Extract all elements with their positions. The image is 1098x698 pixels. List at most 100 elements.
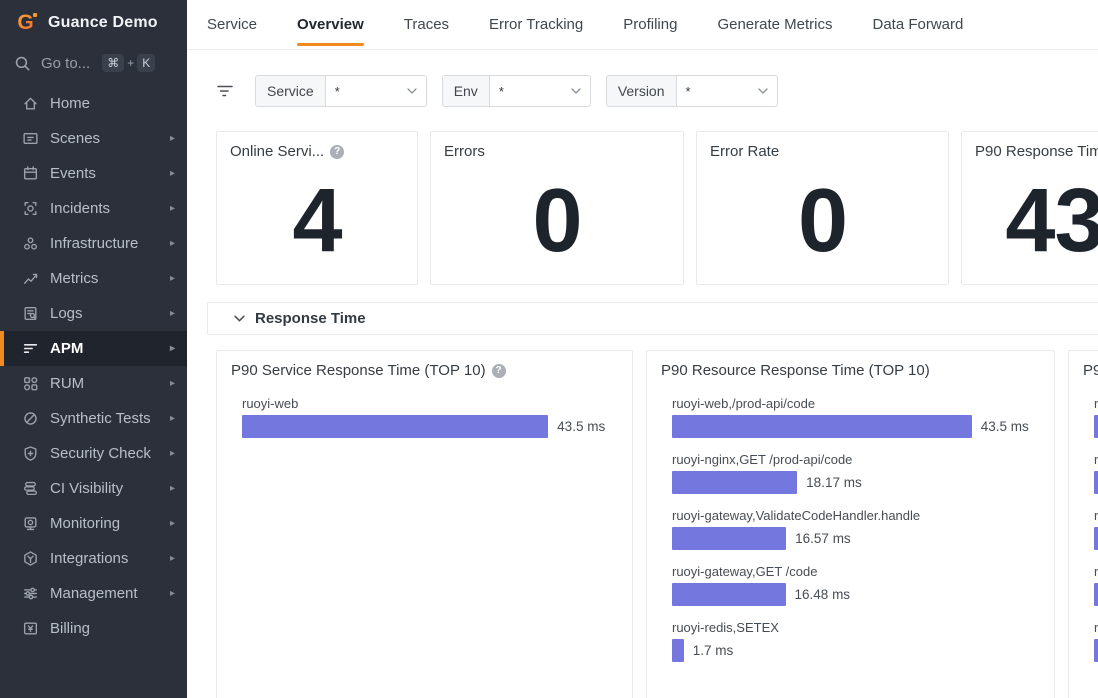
stat-card-title: Error Rate [710,143,779,160]
bar-value-label: 43.5 ms [981,419,1029,434]
bar[interactable] [672,639,684,662]
sidebar-item-apm[interactable]: APM▸ [0,331,187,366]
sidebar-item-label: Integrations [50,550,128,567]
bar-label: ruoyi-web,/prod-api/code [672,396,1042,411]
filter-select-service[interactable]: * [326,76,426,106]
chart-card-1: P90 Service Response Time (TOP 10)? ruoyi… [216,350,633,698]
bar[interactable] [1094,415,1098,438]
bar[interactable] [242,415,548,438]
chart-card-2: P90 Resource Response Time (TOP 10)ruoyi… [646,350,1055,698]
chevron-right-icon: ▸ [170,588,175,599]
help-icon[interactable]: ? [492,364,506,378]
security-icon [22,445,39,462]
bar-row: ruoyi-web,/prod-api/code 43.5 ms [672,396,1042,438]
sidebar: G Guance Demo Go to... ⌘ + K HomeScenes▸… [0,0,187,698]
stat-card-title: P90 Response Time [975,143,1098,160]
sidebar-item-integrations[interactable]: Integrations▸ [0,541,187,576]
main-area: Service Overview Traces Error Tracking Profi… [187,0,1098,698]
tab-overview[interactable]: Overview [297,0,364,49]
chevron-down-icon [234,315,245,322]
bar[interactable] [1094,471,1098,494]
bar-value-label: 43.5 ms [557,419,605,434]
stat-card-online-servi: Online Servi...?4 [216,131,418,285]
bar-row: ruoyi-web 43.5 ms [242,396,620,438]
bar-label: ruoyi-redis,SETEX [672,620,1042,635]
filter-env: Env* [442,75,591,107]
stat-card-errors: Errors0 [430,131,684,285]
chevron-down-icon [571,88,581,94]
stat-card-value: 0 [710,176,935,266]
sidebar-item-billing[interactable]: Billing [0,611,187,646]
bar[interactable] [1094,639,1098,662]
sidebar-item-label: APM [50,340,83,357]
sidebar-item-logs[interactable]: Logs▸ [0,296,187,331]
tab-traces[interactable]: Traces [404,0,449,49]
sidebar-item-rum[interactable]: RUM▸ [0,366,187,401]
apm-icon [22,340,39,357]
bar-row: ruoyi-gateway,ValidateCodeHandler.handle… [672,508,1042,550]
sidebar-item-label: Management [50,585,138,602]
bar[interactable] [672,471,797,494]
bar-line: 43.5 ms [242,415,620,438]
bar-label: r [1094,508,1098,523]
workspace-logo-row: G Guance Demo [0,0,187,46]
bar-line: 16.57 ms [672,527,1042,550]
bar[interactable] [672,583,786,606]
sidebar-item-home[interactable]: Home [0,86,187,121]
bar[interactable] [1094,527,1098,550]
bar-row: r [1094,508,1098,550]
stat-card-title-row: Online Servi...? [230,143,404,160]
chevron-right-icon: ▸ [170,273,175,284]
goto-label: Go to... [41,55,90,72]
filter-value: * [686,84,691,99]
sidebar-item-security-check[interactable]: Security Check▸ [0,436,187,471]
filter-select-env[interactable]: * [490,76,590,106]
filter-service: Service* [255,75,427,107]
bar-value-label: 16.48 ms [795,587,851,602]
sidebar-item-label: Security Check [50,445,151,462]
sidebar-item-label: Home [50,95,90,112]
bar-line [1094,415,1098,438]
shortcut-cmd-key: ⌘ [102,54,124,72]
bar-value-label: 1.7 ms [693,643,734,658]
sidebar-item-synthetic-tests[interactable]: Synthetic Tests▸ [0,401,187,436]
bar[interactable] [672,415,972,438]
bar-line: 1.7 ms [672,639,1042,662]
bar[interactable] [1094,583,1098,606]
logs-icon [22,305,39,322]
chevron-right-icon: ▸ [170,203,175,214]
filter-toggle-icon[interactable] [216,82,234,100]
sidebar-item-label: Synthetic Tests [50,410,151,427]
sidebar-item-infrastructure[interactable]: Infrastructure▸ [0,226,187,261]
chart-title-row: P90 Service Response Time (TOP 10)? [229,360,620,379]
chevron-right-icon: ▸ [170,518,175,529]
chevron-down-icon [758,88,768,94]
sidebar-item-incidents[interactable]: Incidents▸ [0,191,187,226]
section-response-time[interactable]: Response Time [207,302,1098,335]
stat-card-title: Errors [444,143,485,160]
scenes-icon [22,130,39,147]
rum-icon [22,375,39,392]
tab-profiling[interactable]: Profiling [623,0,677,49]
charts-row: P90 Service Response Time (TOP 10)? ruoyi… [216,350,1098,698]
bar-row: ruoyi-nginx,GET /prod-api/code18.17 ms [672,452,1042,494]
sidebar-item-management[interactable]: Management ▸ [0,576,187,611]
sidebar-item-scenes[interactable]: Scenes▸ [0,121,187,156]
chart-title-row: P90 [1081,360,1098,379]
sidebar-item-label: Scenes [50,130,100,147]
tab-service[interactable]: Service [207,0,257,49]
goto-search[interactable]: Go to... ⌘ + K [0,46,187,80]
bar-label: ruoyi-web [242,396,620,411]
tab-error-tracking[interactable]: Error Tracking [489,0,583,49]
tab-data-forward[interactable]: Data Forward [873,0,964,49]
bar[interactable] [672,527,786,550]
chart-rows: ruoyi-web 43.5 ms [229,396,620,438]
sidebar-item-events[interactable]: Events▸ [0,156,187,191]
help-icon[interactable]: ? [330,145,344,159]
tab-generate-metrics[interactable]: Generate Metrics [717,0,832,49]
chart-title: P90 [1083,362,1098,379]
sidebar-item-ci-visibility[interactable]: CI Visibility▸ [0,471,187,506]
sidebar-item-monitoring[interactable]: Monitoring▸ [0,506,187,541]
sidebar-item-metrics[interactable]: Metrics▸ [0,261,187,296]
filter-select-version[interactable]: * [677,76,777,106]
